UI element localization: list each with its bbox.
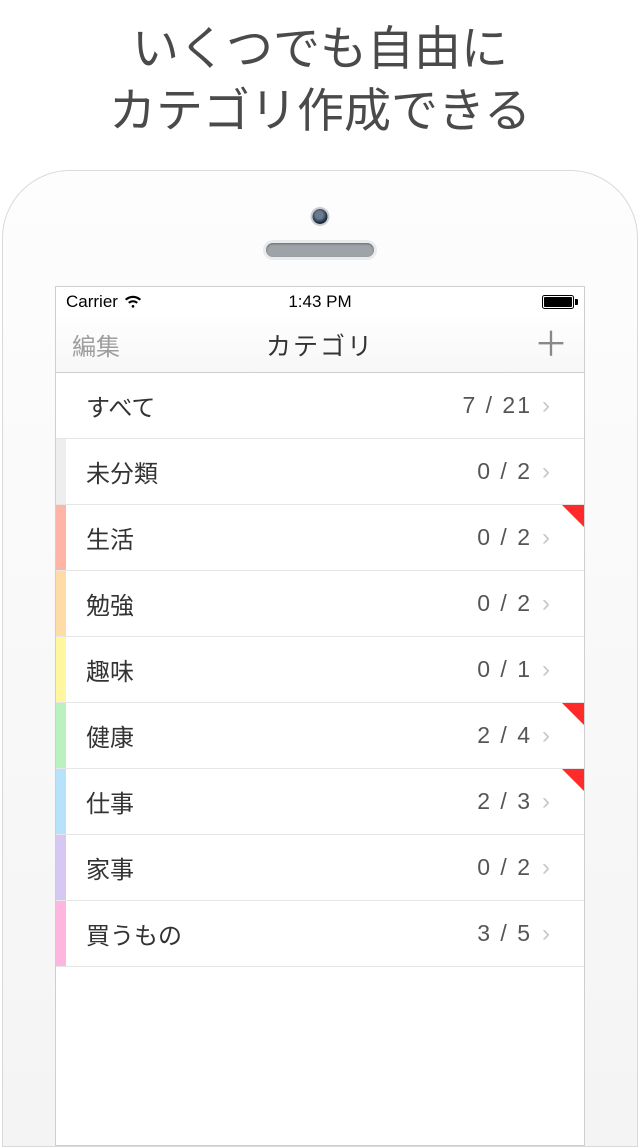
- category-label: 趣味: [66, 652, 477, 687]
- category-count: 2 / 3: [477, 788, 542, 815]
- screen: Carrier 1:43 PM 編集 カテゴリ ＋ すべて7: [55, 286, 585, 1146]
- status-time: 1:43 PM: [56, 292, 584, 312]
- status-bar: Carrier 1:43 PM: [56, 287, 584, 317]
- category-label: 健康: [66, 718, 477, 753]
- edit-button-label: 編集: [72, 334, 120, 361]
- category-label: 未分類: [66, 454, 477, 489]
- color-strip: [56, 769, 66, 834]
- chevron-right-icon: ›: [542, 590, 550, 618]
- battery-fill: [544, 297, 572, 307]
- category-count: 7 / 21: [462, 392, 542, 419]
- category-count: 0 / 2: [477, 854, 542, 881]
- color-strip: [56, 703, 66, 768]
- marketing-headline: いくつでも自由に カテゴリ作成できる: [0, 0, 640, 164]
- category-label: すべて: [66, 388, 462, 423]
- category-count: 3 / 5: [477, 920, 542, 947]
- color-strip: [56, 439, 66, 504]
- category-row[interactable]: 家事0 / 2›: [56, 835, 584, 901]
- category-label: 生活: [66, 520, 477, 555]
- category-row[interactable]: 生活0 / 2›: [56, 505, 584, 571]
- category-row[interactable]: 未分類0 / 2›: [56, 439, 584, 505]
- chevron-right-icon: ›: [542, 920, 550, 948]
- category-row[interactable]: 買うもの3 / 5›: [56, 901, 584, 967]
- category-list: すべて7 / 21›未分類0 / 2›生活0 / 2›勉強0 / 2›趣味0 /…: [56, 373, 584, 967]
- chevron-right-icon: ›: [542, 788, 550, 816]
- battery-icon: [542, 295, 574, 309]
- category-count: 0 / 2: [477, 524, 542, 551]
- color-strip: [56, 835, 66, 900]
- page-title: カテゴリ: [122, 327, 518, 363]
- category-count: 0 / 2: [477, 590, 542, 617]
- category-row[interactable]: 勉強0 / 2›: [56, 571, 584, 637]
- nav-bar: 編集 カテゴリ ＋: [56, 317, 584, 373]
- flag-icon: [562, 505, 584, 527]
- category-row[interactable]: すべて7 / 21›: [56, 373, 584, 439]
- category-row[interactable]: 健康2 / 4›: [56, 703, 584, 769]
- color-strip: [56, 373, 66, 438]
- category-row[interactable]: 趣味0 / 1›: [56, 637, 584, 703]
- category-count: 2 / 4: [477, 722, 542, 749]
- plus-icon: ＋: [534, 326, 568, 364]
- color-strip: [56, 637, 66, 702]
- edit-button[interactable]: 編集: [72, 327, 122, 362]
- flag-icon: [562, 703, 584, 725]
- category-count: 0 / 1: [477, 656, 542, 683]
- chevron-right-icon: ›: [542, 656, 550, 684]
- flag-icon: [562, 769, 584, 791]
- headline-line2: カテゴリ作成できる: [109, 84, 531, 137]
- category-label: 買うもの: [66, 916, 477, 951]
- category-label: 家事: [66, 850, 477, 885]
- chevron-right-icon: ›: [542, 458, 550, 486]
- color-strip: [56, 505, 66, 570]
- chevron-right-icon: ›: [542, 524, 550, 552]
- camera-dot: [313, 209, 328, 224]
- chevron-right-icon: ›: [542, 392, 550, 420]
- category-count: 0 / 2: [477, 458, 542, 485]
- phone-frame: Carrier 1:43 PM 編集 カテゴリ ＋ すべて7: [2, 170, 638, 1147]
- headline-line1: いくつでも自由に: [132, 22, 508, 75]
- category-row[interactable]: 仕事2 / 3›: [56, 769, 584, 835]
- color-strip: [56, 571, 66, 636]
- color-strip: [56, 901, 66, 966]
- category-label: 勉強: [66, 586, 477, 621]
- chevron-right-icon: ›: [542, 854, 550, 882]
- add-button[interactable]: ＋: [518, 328, 568, 362]
- speaker-slot: [266, 243, 374, 257]
- chevron-right-icon: ›: [542, 722, 550, 750]
- category-label: 仕事: [66, 784, 477, 819]
